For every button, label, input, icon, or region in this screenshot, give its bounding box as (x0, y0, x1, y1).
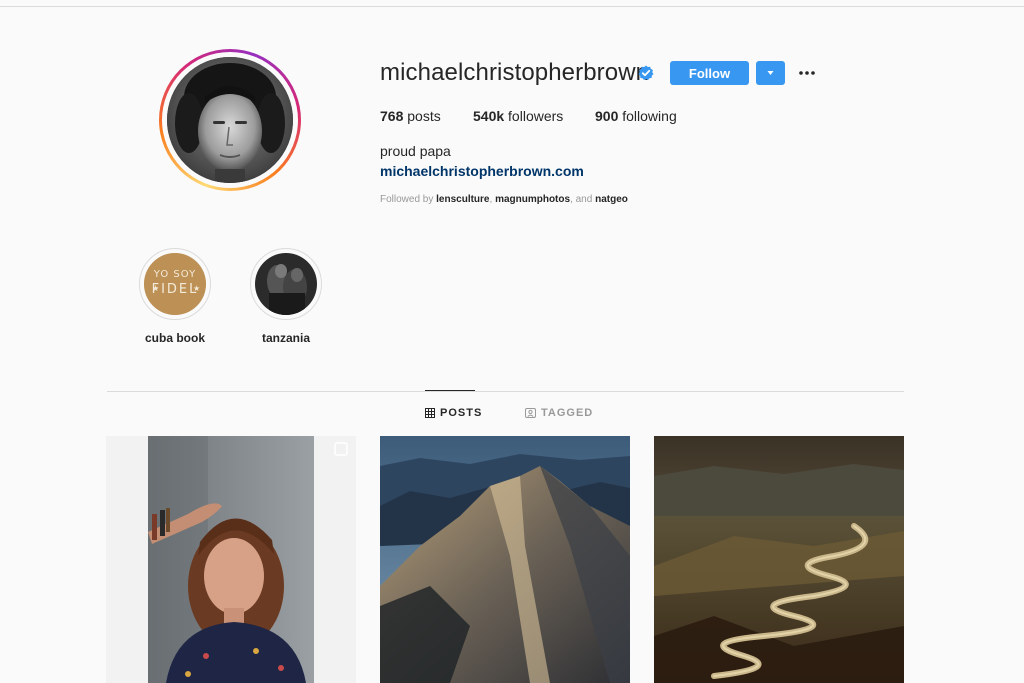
profile-bio: proud papa (380, 143, 451, 159)
more-options-button[interactable] (796, 62, 818, 84)
tabs-divider (107, 391, 904, 392)
post-image-river (654, 436, 904, 683)
posts-count: 768 (380, 108, 404, 124)
tab-tagged[interactable]: TAGGED (525, 407, 593, 419)
carousel-icon (334, 442, 348, 456)
tag-icon (525, 408, 536, 418)
post-tile[interactable] (380, 436, 630, 683)
tab-posts[interactable]: POSTS (425, 407, 482, 419)
svg-text:★: ★ (193, 284, 200, 293)
highlight-label: cuba book (144, 331, 205, 345)
followed-by-user[interactable]: natgeo (595, 194, 628, 205)
following-link[interactable]: 900 following (595, 108, 677, 124)
profile-photo (167, 57, 293, 183)
followers-label: followers (508, 108, 564, 124)
followers-link[interactable]: 540k followers (473, 108, 563, 124)
post-image-portrait (106, 436, 356, 683)
profile-avatar[interactable] (167, 57, 293, 183)
post-tile[interactable] (106, 436, 356, 683)
followed-by-user[interactable]: lensculture (436, 194, 489, 205)
svg-text:★: ★ (152, 284, 159, 293)
grid-icon (425, 408, 435, 418)
followers-count: 540k (473, 108, 505, 124)
highlight-cuba-book[interactable]: YO SOY FIDEL ★ ★ cuba book (139, 248, 211, 345)
highlight-cover-cuba-book: YO SOY FIDEL ★ ★ (144, 253, 206, 315)
profile-username: michaelchristopherbrown (380, 59, 650, 86)
tab-tagged-label: TAGGED (541, 407, 594, 419)
following-label: following (622, 108, 677, 124)
top-border (0, 6, 1024, 7)
svg-text:YO SOY: YO SOY (153, 269, 196, 280)
following-count: 900 (595, 108, 619, 124)
posts-label: posts (407, 108, 441, 124)
highlight-cover-tanzania (255, 253, 317, 315)
active-tab-indicator (425, 390, 475, 391)
highlight-label: tanzania (261, 331, 310, 345)
caret-down-icon (767, 71, 774, 75)
follow-button[interactable]: Follow (670, 61, 749, 85)
highlight-tanzania[interactable]: tanzania (250, 248, 322, 345)
profile-avatar-ring[interactable] (159, 49, 301, 191)
profile-website-link[interactable]: michaelchristopherbrown.com (380, 163, 584, 179)
posts-count-stat: 768 posts (380, 108, 441, 124)
followed-by-prefix: Followed by (380, 194, 434, 205)
verified-badge-icon (638, 65, 654, 80)
post-tile[interactable] (654, 436, 904, 683)
post-image-mountains (380, 436, 630, 683)
ellipsis-icon (799, 71, 815, 75)
tab-posts-label: POSTS (440, 407, 483, 419)
followed-by-text: Followed by lensculture, magnumphotos, a… (380, 194, 628, 205)
followed-by-user[interactable]: magnumphotos (495, 194, 570, 205)
suggested-accounts-dropdown-button[interactable] (756, 61, 785, 85)
